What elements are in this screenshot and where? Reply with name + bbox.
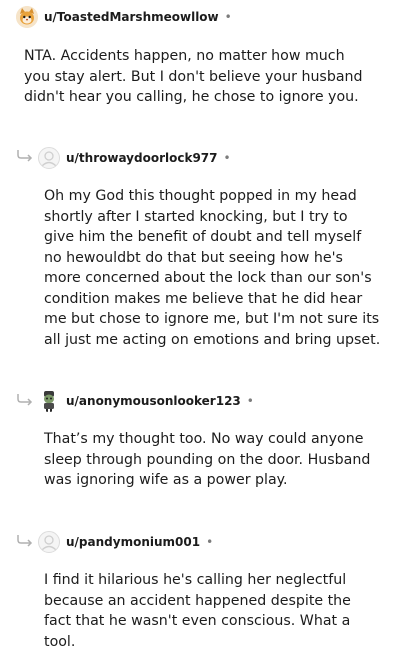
comment-header: u/throwaydoorlock977 •: [38, 146, 231, 170]
comment-body: That’s my thought too. No way could anyo…: [44, 431, 371, 488]
comment-username[interactable]: u/anonymousonlooker123: [66, 394, 241, 408]
comment-3: u/anonymousonlooker123 • That’s my thoug…: [0, 383, 400, 493]
default-avatar-icon[interactable]: [38, 147, 60, 169]
comment-1: u/ToastedMarshmeowllow • NTA. Accidents …: [0, 0, 400, 120]
comment-2: u/throwaydoorlock977 • Oh my God this th…: [0, 140, 400, 360]
character-avatar-icon[interactable]: [38, 390, 60, 412]
comment-username[interactable]: u/ToastedMarshmeowllow: [44, 10, 219, 24]
comment-header: u/anonymousonlooker123 •: [38, 389, 254, 413]
comment-header: u/pandymonium001 •: [38, 530, 213, 554]
comment-body: NTA. Accidents happen, no matter how muc…: [24, 48, 363, 105]
meta-separator: •: [246, 394, 254, 408]
default-avatar-icon[interactable]: [38, 531, 60, 553]
comment-body: I find it hilarious he's calling her neg…: [44, 572, 351, 650]
comment-username[interactable]: u/throwaydoorlock977: [66, 151, 218, 165]
reply-arrow-icon: [17, 394, 33, 406]
comment-header: u/ToastedMarshmeowllow •: [16, 5, 232, 29]
meta-separator: •: [206, 535, 214, 549]
meta-separator: •: [224, 10, 232, 24]
comment-4: u/pandymonium001 • I find it hilarious h…: [0, 524, 400, 658]
comment-username[interactable]: u/pandymonium001: [66, 535, 200, 549]
comment-body: Oh my God this thought popped in my head…: [44, 188, 381, 348]
cat-avatar-icon[interactable]: [16, 6, 38, 28]
meta-separator: •: [223, 151, 231, 165]
reply-arrow-icon: [17, 535, 33, 547]
reply-arrow-icon: [17, 150, 33, 162]
